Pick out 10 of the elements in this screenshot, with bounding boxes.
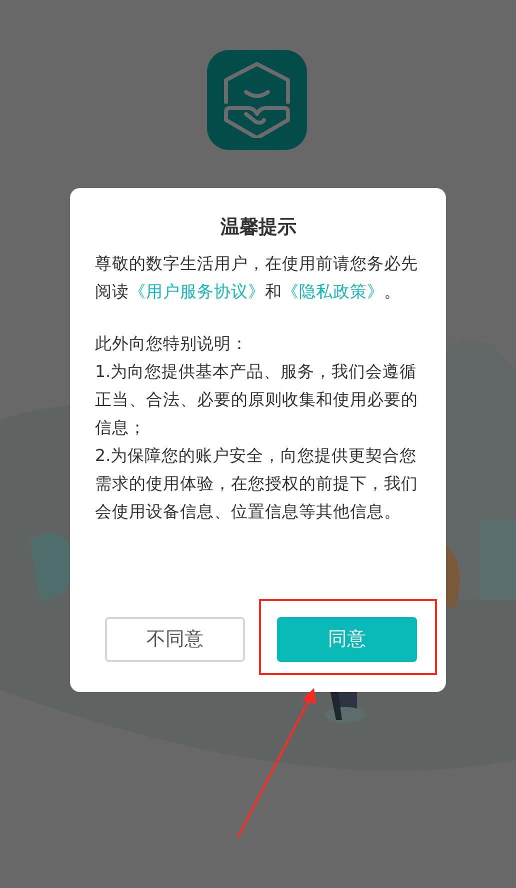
notice-text: 1.为向您提供基本产品、服务，我们会遵循正当、合法、必要的原则收集和使用必要的信息； xyxy=(95,361,419,439)
dialog-title: 温馨提示 xyxy=(219,215,298,240)
intro-paragraph: 尊敬的数字生活用户，在使用前请您务必先阅读《用户服务协议》和《隐私政策》。 xyxy=(95,253,419,303)
house-hands-icon xyxy=(222,62,292,138)
agreement-link[interactable]: 《隐私政策》 xyxy=(282,282,384,301)
notice-text: 此外向您特别说明： xyxy=(95,333,249,355)
agreement-link[interactable]: 《用户服务协议》 xyxy=(129,282,265,301)
disagree-button[interactable]: 不同意 xyxy=(105,617,245,662)
notice-text: 2.为保障您的账户安全，向您提供更契合您需求的使用体验，在您授权的前提下，我们会使用设备信息、位置信息等其他信息。 xyxy=(95,445,419,523)
agree-button[interactable]: 同意 xyxy=(277,617,417,662)
